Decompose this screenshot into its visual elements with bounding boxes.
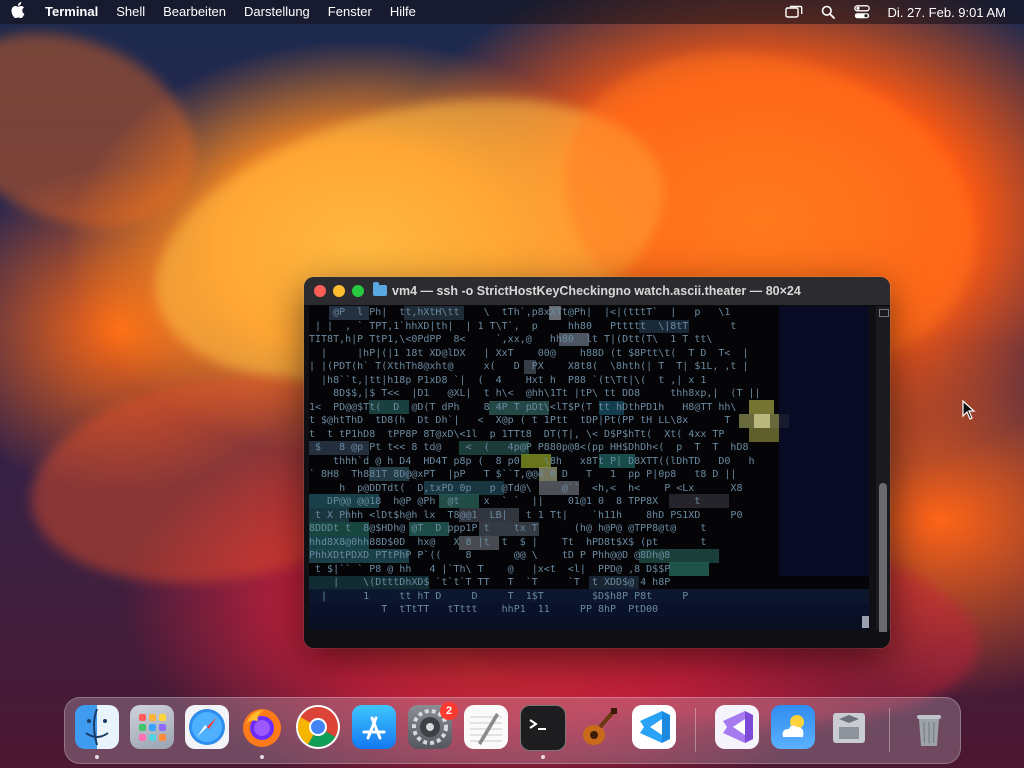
terminal-line: PhhXDtPDXD PTtPhP P`(( 8 @@ \ tD P Phh@@… <box>309 550 725 561</box>
menu-clock[interactable]: Di. 27. Feb. 9:01 AM <box>879 5 1024 20</box>
trash-icon[interactable] <box>907 705 951 749</box>
vscode-icon[interactable] <box>632 705 676 749</box>
menu-hilfe[interactable]: Hilfe <box>381 0 425 24</box>
terminal-line: $ 8 @p Pt t<< 8 td@ < ( 4p@P P880p@8<(pp… <box>309 442 761 453</box>
terminal-line: t $|`` ` P8 @ hh 4 |`Th\ T @ |x<t <l| PP… <box>309 563 725 575</box>
terminal-line: |h8``t,|tt|h18p P1xD8 `| ( 4 Hxt h P88 `… <box>309 374 737 386</box>
firefox-icon[interactable] <box>240 705 284 749</box>
chrome-icon[interactable] <box>296 705 340 749</box>
screen-mirror-icon[interactable] <box>777 0 811 24</box>
terminal-line: @P l Ph| tt,hXtH\tt \ tTh`,p8xXTt@Ph| |<… <box>309 307 743 318</box>
textedit-icon[interactable] <box>464 705 508 749</box>
terminal-line: t X Phhh <lDt$h@h lx T8@@1 LB| t 1 Tt| `… <box>309 509 755 521</box>
close-window-button[interactable] <box>314 285 326 297</box>
terminal-line: h p@DDTdt( D,txPD 0p p @Td@\ @`` <h,< h<… <box>309 482 755 494</box>
weather-icon[interactable] <box>771 705 815 749</box>
menu-bearbeiten[interactable]: Bearbeiten <box>154 0 235 24</box>
terminal-line: | \(DtttDhXD$ `t`t`T TT T `T `T t XDD$@ … <box>309 577 725 588</box>
terminal-line: T tTtTT tTttt hhP1 11 PP 8hP PtD00 <box>309 604 731 615</box>
visual-studio-icon[interactable] <box>715 705 759 749</box>
menu-bar: Terminal Shell Bearbeiten Darstellung Fe… <box>0 0 1024 24</box>
window-title: vm4 — ssh -o StrictHostKeyCheckingno wat… <box>392 284 801 298</box>
app-store-icon[interactable] <box>352 705 396 749</box>
terminal-line: | |hP|(|1 18t XD@lDX | XxT 00@ h88D (t $… <box>309 347 749 359</box>
menu-fenster[interactable]: Fenster <box>319 0 381 24</box>
split-pane-icon[interactable] <box>879 309 889 317</box>
control-center-icon[interactable] <box>845 0 879 24</box>
notification-badge: 2 <box>440 702 458 720</box>
terminal-line: DP@@ @@18 h@P @Ph @t x ` ` || 01@1 0 8 T… <box>309 496 743 507</box>
terminal-line: 1< PD@@$Tt( D @D(T dPh 8 4P T pDt\<lT$P(… <box>309 401 743 413</box>
launchpad-icon[interactable] <box>130 705 174 749</box>
terminal-line: 8DDDt t 8@$HDh@ @T D ppp1P t tx T (h@ h@… <box>309 523 743 534</box>
menu-app-name[interactable]: Terminal <box>36 0 107 24</box>
dock-separator <box>695 708 696 752</box>
terminal-line: TIT8T,h|P TtP1,\<0PdPP 8< `,xx,@ hh80 lt… <box>309 334 731 345</box>
terminal-scrollbar[interactable] <box>876 306 890 641</box>
terminal-line: | | , ` TPT,1`hhXD|th| | 1 T\T`, p hh80 … <box>309 320 737 332</box>
running-indicator <box>95 755 99 759</box>
minimize-window-button[interactable] <box>333 285 345 297</box>
running-indicator <box>260 755 264 759</box>
terminal-line: t $@htThD tD8(h Dt Dh`| < X@p ( t 1Ptt t… <box>309 415 737 426</box>
zoom-window-button[interactable] <box>352 285 364 297</box>
garageband-icon[interactable] <box>576 705 620 749</box>
terminal-cursor <box>862 616 869 628</box>
terminal-window[interactable]: vm4 — ssh -o StrictHostKeyCheckingno wat… <box>304 277 890 648</box>
terminal-bottom-edge <box>304 632 890 648</box>
terminal-icon[interactable] <box>520 705 566 751</box>
menu-shell[interactable]: Shell <box>107 0 154 24</box>
terminal-line: 8D$$,|$ T<< |D1 @XL| t h\< @hh\1Tt |tP\ … <box>309 388 761 399</box>
dock-separator <box>889 708 890 752</box>
folder-icon <box>373 282 387 296</box>
running-indicator <box>541 755 545 759</box>
terminal-line: | 1 tt hT D D T 1$T $D$h8P P8t P <box>309 590 743 602</box>
terminal-line: t t tP1hD8 tPP8P 8T@xD\<1l p 1TTt8 DT(T|… <box>309 428 743 440</box>
apple-menu-icon[interactable] <box>0 2 36 22</box>
dock <box>64 697 961 764</box>
finder-icon[interactable] <box>75 705 119 749</box>
window-titlebar[interactable]: vm4 — ssh -o StrictHostKeyCheckingno wat… <box>304 277 890 306</box>
terminal-output[interactable]: @P l Ph| tt,hXtH\tt \ tTh`,p8xXTt@Ph| |<… <box>309 306 869 630</box>
scrollbar-thumb[interactable] <box>879 483 887 641</box>
safari-icon[interactable] <box>185 705 229 749</box>
terminal-line: thhh`d @ h D4 HD4T p8p ( 8 p0 \8h x8Tt P… <box>309 455 761 467</box>
menu-darstellung[interactable]: Darstellung <box>235 0 319 24</box>
spotlight-search-icon[interactable] <box>811 0 845 24</box>
terminal-line: ` 8H8 Th881T 8D@@xPT |pP T $``T,@@4 8 D … <box>309 469 749 480</box>
bootcamp-icon[interactable] <box>827 705 871 749</box>
terminal-line: hhd8X8@0hh88D$0D hx@ X 8 |t t $ | Tt hPD… <box>309 536 743 548</box>
terminal-line: | |(PDT(h` T(XthTh8@xht@ x( D PX X8t8( \… <box>309 361 749 372</box>
